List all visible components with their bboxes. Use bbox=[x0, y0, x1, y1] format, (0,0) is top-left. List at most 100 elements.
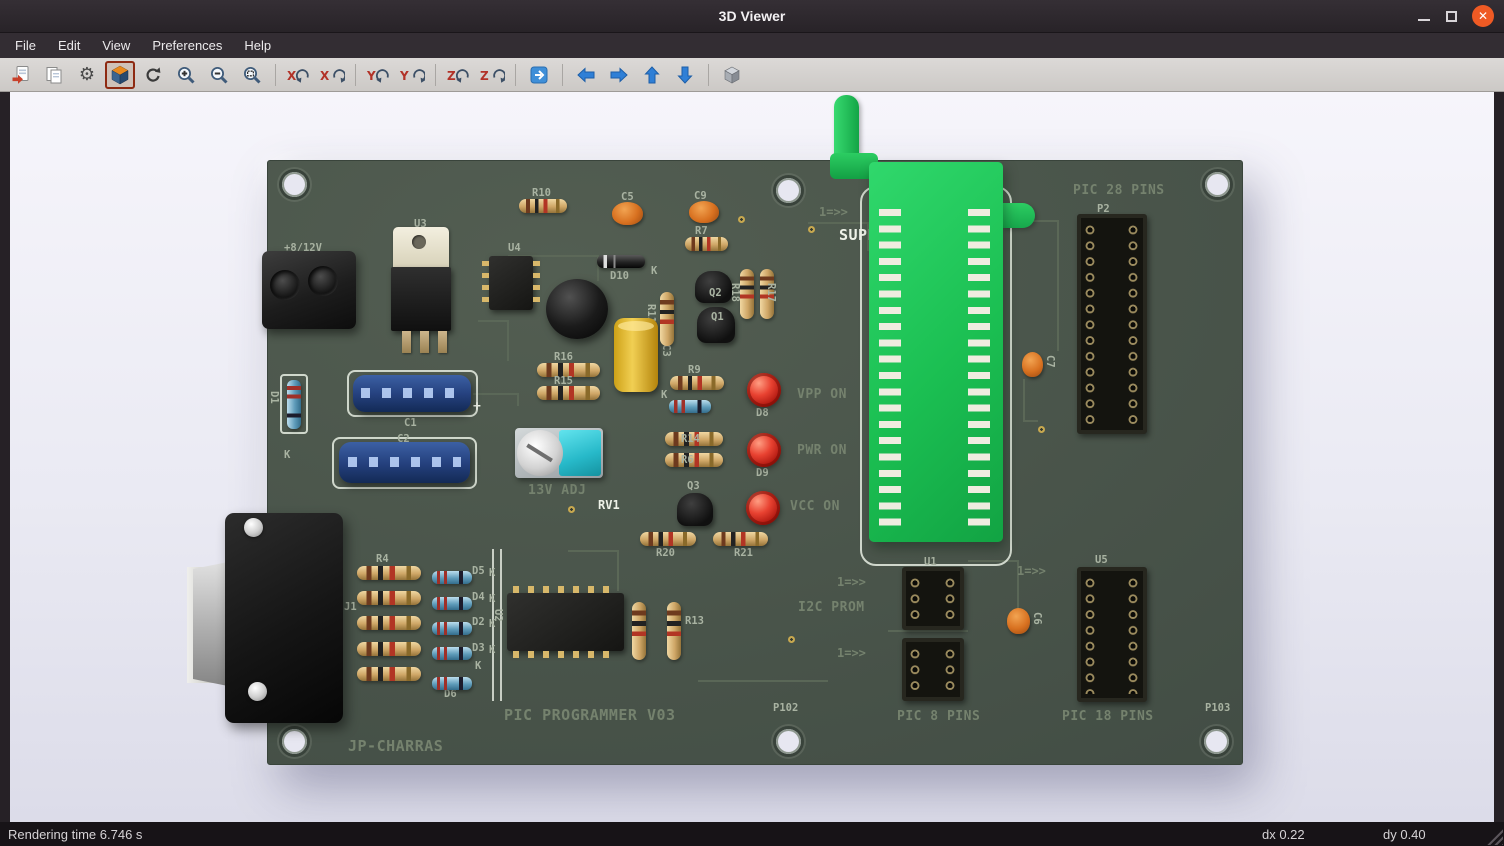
redraw-icon bbox=[529, 65, 549, 85]
silk-p102: P102 bbox=[773, 702, 798, 714]
menu-edit[interactable]: Edit bbox=[47, 33, 91, 58]
pan-down-button[interactable] bbox=[670, 61, 700, 89]
maximize-button[interactable] bbox=[1446, 11, 1457, 22]
resistor-row-3 bbox=[357, 616, 421, 630]
silk-q2: Q2 bbox=[709, 287, 722, 299]
capacitor-black bbox=[546, 279, 608, 339]
titlebar[interactable]: 3D Viewer ✕ bbox=[0, 0, 1504, 33]
silk-d1: D1 bbox=[268, 391, 280, 404]
resistor-row-5 bbox=[357, 667, 421, 681]
terminal-hole bbox=[270, 270, 300, 300]
silk-vpp-on: VPP ON bbox=[797, 387, 847, 402]
svg-text:X: X bbox=[287, 69, 297, 83]
minimize-button[interactable] bbox=[1417, 9, 1431, 23]
gear-icon: ⚙ bbox=[79, 66, 95, 84]
resistor-r18 bbox=[740, 269, 754, 319]
pan-up-button[interactable] bbox=[637, 61, 667, 89]
menu-help[interactable]: Help bbox=[233, 33, 282, 58]
silk-k-d1: K bbox=[284, 449, 290, 461]
regulator-u3-leg bbox=[420, 331, 429, 353]
svg-text:Z: Z bbox=[447, 69, 456, 83]
window-controls: ✕ bbox=[1417, 5, 1504, 27]
silk-line bbox=[500, 549, 502, 701]
resistor-row-2 bbox=[357, 591, 421, 605]
via bbox=[808, 226, 815, 233]
zoom-out-button[interactable] bbox=[204, 61, 234, 89]
toolbar-separator bbox=[355, 64, 356, 86]
rendering-time-label: Rendering time 6.746 s bbox=[0, 827, 142, 842]
resize-grip[interactable] bbox=[1486, 828, 1503, 845]
menu-view[interactable]: View bbox=[91, 33, 141, 58]
silk-r6: R6 bbox=[681, 454, 694, 466]
silk-zif-pin1: 1=>> bbox=[819, 205, 848, 219]
pan-right-button[interactable] bbox=[604, 61, 634, 89]
capacitor-c5 bbox=[612, 202, 643, 225]
diode-d5 bbox=[432, 571, 472, 584]
silk-u1-pin1b: 1=>> bbox=[837, 646, 866, 660]
statusbar: Rendering time 6.746 s dx 0.22 dy 0.40 bbox=[0, 822, 1504, 846]
rotate-x-ccw-button[interactable]: X bbox=[284, 61, 314, 89]
capacitor-c7 bbox=[1022, 352, 1043, 377]
rotate-z-cw-button[interactable]: Z bbox=[477, 61, 507, 89]
svg-text:Y: Y bbox=[366, 69, 376, 83]
menu-file[interactable]: File bbox=[4, 33, 47, 58]
rotate-z-ccw-button[interactable]: Z bbox=[444, 61, 474, 89]
export-image-button[interactable] bbox=[6, 61, 36, 89]
rotate-x-ccw-icon: X bbox=[286, 65, 312, 85]
led-vcc bbox=[746, 491, 780, 525]
close-button[interactable]: ✕ bbox=[1472, 5, 1494, 27]
silk-pic28: PIC 28 PINS bbox=[1073, 183, 1165, 198]
redraw-button[interactable] bbox=[524, 61, 554, 89]
silk-d2: D2 bbox=[472, 616, 485, 628]
zoom-in-button[interactable] bbox=[171, 61, 201, 89]
via bbox=[738, 216, 745, 223]
zif-latch-tab bbox=[1003, 203, 1035, 228]
reload-board-button[interactable] bbox=[138, 61, 168, 89]
view-3d-button[interactable] bbox=[105, 61, 135, 89]
zif-socket bbox=[869, 162, 1003, 542]
diode-d4 bbox=[432, 597, 472, 610]
silk-d10: D10 bbox=[610, 270, 629, 282]
mounting-hole bbox=[776, 729, 801, 754]
silk-rv1: RV1 bbox=[598, 498, 620, 512]
resistor-r15 bbox=[537, 386, 600, 400]
rotate-y-ccw-button[interactable]: Y bbox=[364, 61, 394, 89]
ic-u2 bbox=[507, 593, 624, 651]
zoom-fit-button[interactable] bbox=[237, 61, 267, 89]
toolbar-separator bbox=[515, 64, 516, 86]
toolbar-separator bbox=[562, 64, 563, 86]
menubar: File Edit View Preferences Help bbox=[0, 33, 1504, 58]
rotate-x-cw-button[interactable]: X bbox=[317, 61, 347, 89]
pan-left-button[interactable] bbox=[571, 61, 601, 89]
viewport-3d[interactable]: +8/12V U3 U4 R10 C5 C9 R7 D10 K R11 C3 Q… bbox=[10, 92, 1494, 822]
resistor-r11 bbox=[660, 292, 674, 346]
diode-d1 bbox=[287, 380, 301, 429]
orthographic-view-button[interactable] bbox=[717, 61, 747, 89]
diode-d2 bbox=[432, 622, 472, 635]
resistor-r6 bbox=[665, 453, 723, 467]
rotate-y-cw-button[interactable]: Y bbox=[397, 61, 427, 89]
capacitor-c1 bbox=[353, 375, 471, 412]
regulator-u3-body bbox=[391, 267, 451, 331]
transistor-q3 bbox=[677, 493, 713, 526]
render-options-button[interactable]: ⚙ bbox=[72, 61, 102, 89]
mounting-hole bbox=[1204, 729, 1229, 754]
capacitor-c3 bbox=[614, 318, 658, 392]
arrow-left-icon bbox=[576, 65, 596, 85]
menu-preferences[interactable]: Preferences bbox=[141, 33, 233, 58]
silk-r16: R16 bbox=[554, 351, 573, 363]
copy-image-icon bbox=[44, 65, 64, 85]
cube-3d-icon bbox=[110, 65, 130, 85]
silk-r13: R13 bbox=[685, 615, 704, 627]
silk-k-d6: K bbox=[475, 660, 481, 672]
dip-socket-p2 bbox=[1077, 214, 1147, 434]
toolbar-separator bbox=[435, 64, 436, 86]
rotate-z-cw-icon: Z bbox=[479, 65, 505, 85]
ic-u4 bbox=[489, 256, 533, 310]
silk-d4: D4 bbox=[472, 591, 485, 603]
silk-q3: Q3 bbox=[687, 480, 700, 492]
silk-vcc-on: VCC ON bbox=[790, 499, 840, 514]
silk-r21: R21 bbox=[734, 547, 753, 559]
copy-image-button[interactable] bbox=[39, 61, 69, 89]
rotate-z-ccw-icon: Z bbox=[446, 65, 472, 85]
